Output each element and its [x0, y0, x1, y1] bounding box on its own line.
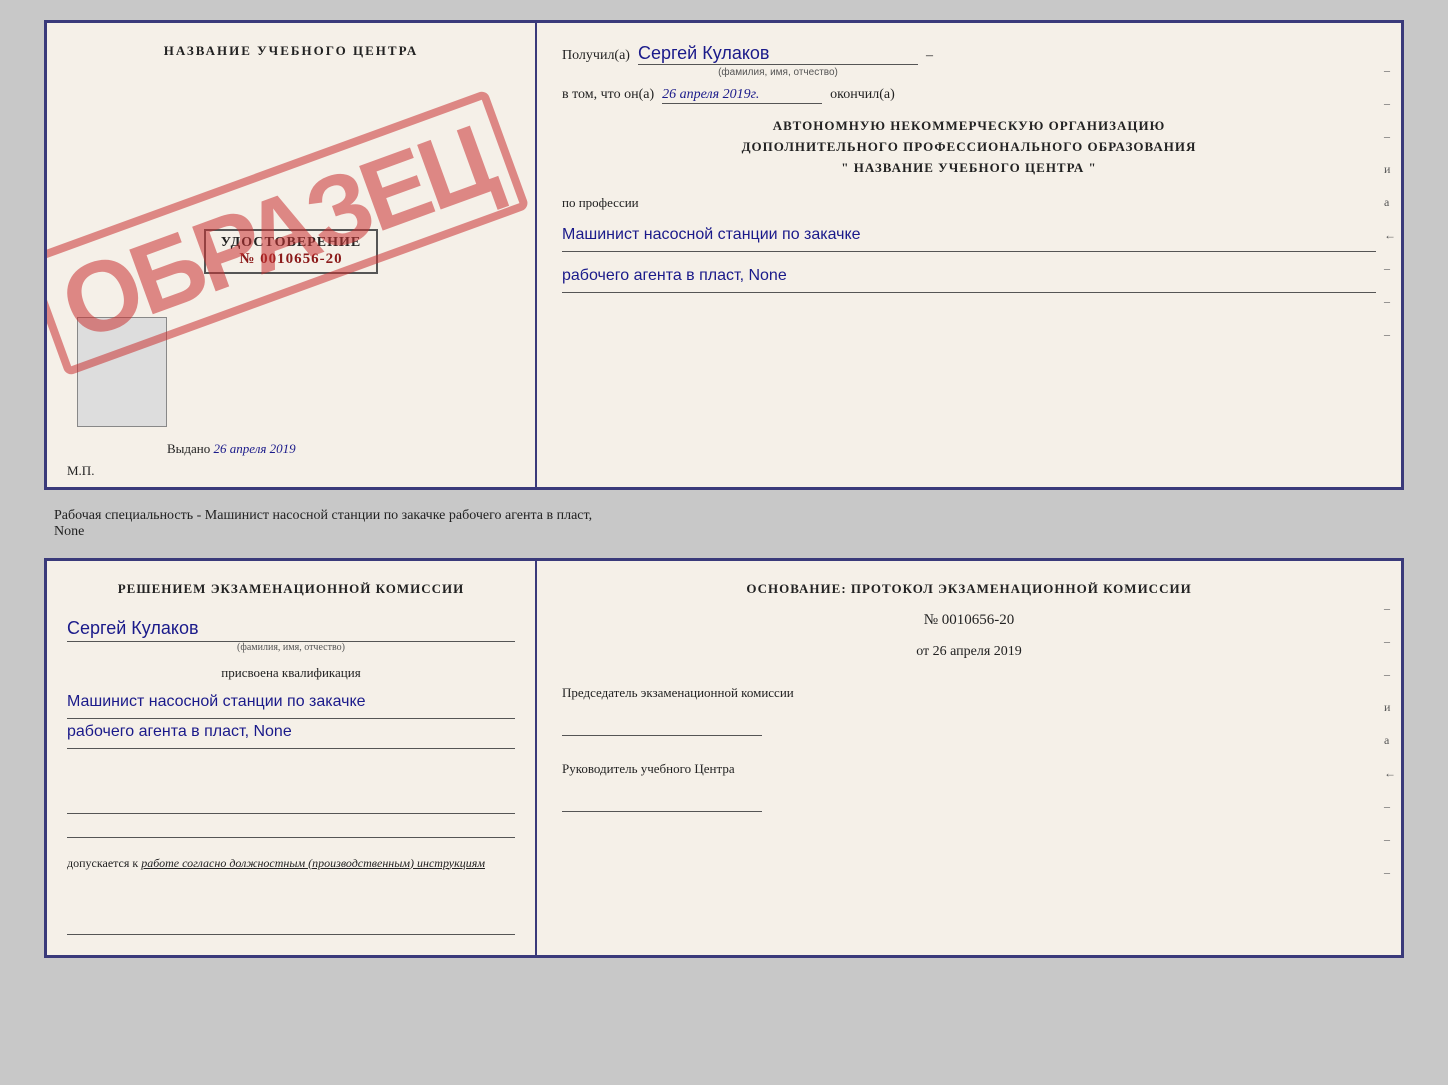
vydano-row: Выдано 26 апреля 2019	[167, 441, 296, 457]
bottom-extra-lines	[67, 917, 515, 935]
dash1: –	[926, 48, 933, 64]
vtom-row: в том, что он(а) 26 апреля 2019г. окончи…	[562, 87, 1376, 104]
protocol-date-value: 26 апреля 2019	[933, 644, 1022, 659]
cert-title: НАЗВАНИЕ УЧЕБНОГО ЦЕНТРА	[164, 43, 419, 59]
middle-text-block: Рабочая специальность - Машинист насосно…	[44, 500, 1404, 548]
po-professii-label: по профессии	[562, 195, 1376, 211]
protocol-date: от 26 апреля 2019	[562, 644, 1376, 660]
profession-line1: Машинист насосной станции по закачке	[562, 226, 1376, 252]
middle-text-line2: None	[54, 524, 1394, 540]
udostoverenie-num: № 0010656-20	[221, 251, 361, 268]
udostoverenie-box: УДОСТОВЕРЕНИЕ № 0010656-20	[204, 229, 378, 274]
predsedatel-block: Председатель экзаменационной комиссии	[562, 685, 1376, 736]
cert-top-left: НАЗВАНИЕ УЧЕБНОГО ЦЕНТРА ОБРАЗЕЦ УДОСТОВ…	[47, 23, 537, 487]
dopusk-prefix: допускается к	[67, 856, 138, 870]
cert-bottom-right: Основание: протокол экзаменационной коми…	[537, 561, 1401, 955]
org-block: АВТОНОМНУЮ НЕКОММЕРЧЕСКУЮ ОРГАНИЗАЦИЮ ДО…	[562, 116, 1376, 178]
vydano-label: Выдано	[167, 441, 210, 456]
right-side-marks: – – – и а ← – – –	[1384, 63, 1396, 342]
rukovoditel-label: Руководитель учебного Центра	[562, 761, 1376, 777]
resheniem-title: Решением экзаменационной комиссии	[67, 581, 515, 597]
predsedatel-sign-line	[562, 706, 762, 736]
poluchil-label: Получил(а)	[562, 48, 630, 64]
bottom-name-container: Сергей Кулаков (фамилия, имя, отчество)	[67, 618, 515, 653]
cert-bottom-left: Решением экзаменационной комиссии Сергей…	[47, 561, 537, 955]
poluchil-subtext: (фамилия, имя, отчество)	[718, 67, 838, 78]
udostoverenie-container: УДОСТОВЕРЕНИЕ № 0010656-20	[204, 189, 378, 279]
org-quote: " НАЗВАНИЕ УЧЕБНОГО ЦЕНТРА "	[562, 158, 1376, 179]
certificate-bottom: Решением экзаменационной комиссии Сергей…	[44, 558, 1404, 958]
qualification-lines: Машинист насосной станции по закачке раб…	[67, 693, 515, 749]
mp-label: М.П.	[67, 463, 94, 479]
cert-top-right: Получил(а) Сергей Кулаков (фамилия, имя,…	[537, 23, 1401, 487]
org-line2: ДОПОЛНИТЕЛЬНОГО ПРОФЕССИОНАЛЬНОГО ОБРАЗО…	[562, 137, 1376, 158]
udostoverenie-label: УДОСТОВЕРЕНИЕ	[221, 235, 361, 251]
vtom-date: 26 апреля 2019г.	[662, 87, 822, 104]
protocol-date-prefix: от	[916, 644, 929, 659]
dopuskaetsya-row: допускается к работе согласно должностны…	[67, 856, 515, 871]
bottom-name-subtext: (фамилия, имя, отчество)	[67, 642, 515, 653]
dopusk-text: работе согласно должностным (производств…	[141, 856, 485, 870]
right-side-marks2: – – – и а ← – – –	[1384, 601, 1396, 880]
profession-line2: рабочего агента в пласт, None	[562, 267, 1376, 293]
certificate-top: НАЗВАНИЕ УЧЕБНОГО ЦЕНТРА ОБРАЗЕЦ УДОСТОВ…	[44, 20, 1404, 490]
osnovanie-title: Основание: протокол экзаменационной коми…	[562, 581, 1376, 597]
prisvoena-label: присвоена квалификация	[67, 665, 515, 681]
org-line1: АВТОНОМНУЮ НЕКОММЕРЧЕСКУЮ ОРГАНИЗАЦИЮ	[562, 116, 1376, 137]
predsedatel-label: Председатель экзаменационной комиссии	[562, 685, 1376, 701]
poluchil-name: Сергей Кулаков (фамилия, имя, отчество)	[638, 43, 918, 65]
rukovoditel-sign-line	[562, 782, 762, 812]
vydano-date: 26 апреля 2019	[214, 441, 296, 456]
bottom-name: Сергей Кулаков	[67, 618, 515, 642]
photo-placeholder	[77, 317, 167, 427]
middle-text-line1: Рабочая специальность - Машинист насосно…	[54, 508, 1394, 524]
poluchil-row: Получил(а) Сергей Кулаков (фамилия, имя,…	[562, 43, 1376, 65]
protocol-num: № 0010656-20	[562, 612, 1376, 629]
bottom-signature-lines	[67, 796, 515, 838]
qual-line1: Машинист насосной станции по закачке	[67, 693, 515, 719]
okonchil-label: окончил(а)	[830, 87, 895, 103]
qual-line2: рабочего агента в пласт, None	[67, 723, 515, 749]
vtom-label: в том, что он(а)	[562, 87, 654, 103]
rukovoditel-block: Руководитель учебного Центра	[562, 761, 1376, 812]
